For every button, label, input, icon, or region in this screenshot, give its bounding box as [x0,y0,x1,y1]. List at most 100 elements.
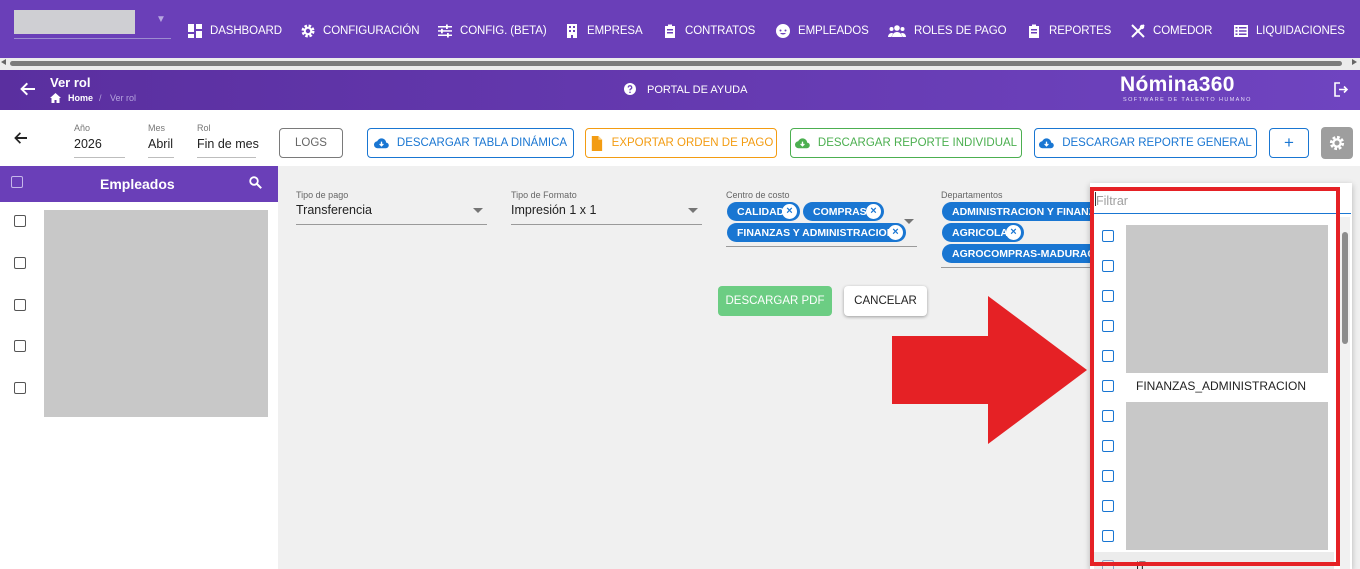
employee-checkbox[interactable] [14,340,26,352]
cost-center-label: Centro de costo [726,190,790,200]
clipboard-icon [1029,24,1039,38]
face-icon [776,24,790,38]
chip-label: CALIDAD [737,205,785,218]
departments-label: Departamentos [941,190,1003,200]
gear-icon [1329,135,1345,151]
export-payment-order-button[interactable]: EXPORTAR ORDEN DE PAGO [585,128,777,158]
month-field[interactable]: Abril [148,137,173,151]
download-individual-report-label: DESCARGAR REPORTE INDIVIDUAL [817,137,1018,149]
close-icon[interactable]: × [888,225,903,240]
plus-icon: + [1284,133,1294,152]
chip-label: FINANZAS Y ADMINISTRACION [737,226,895,239]
help-portal-link[interactable]: PORTAL DE AYUDA [647,84,747,96]
nav-item-contratos[interactable]: CONTRATOS [663,22,755,40]
cost-center-chip[interactable]: FINANZAS Y ADMINISTRACION × [727,223,906,242]
nav-item-config-beta[interactable]: CONFIG. (BETA) [438,22,547,40]
clipboard-icon [665,24,675,38]
format-type-label: Tipo de Formato [511,190,577,200]
building-icon [567,24,577,38]
nav-item-reportes[interactable]: REPORTES [1027,22,1111,40]
chip-label: AGRICOLA [952,226,1008,239]
format-type-select[interactable]: Impresión 1 x 1 [511,203,596,217]
logs-button[interactable]: LOGS [279,128,343,158]
employee-checkbox[interactable] [14,215,26,227]
chip-label: ADMINISTRACION Y FINANZAS [952,205,1090,218]
nav-label: CONFIGURACIÓN [323,25,420,37]
nav-item-empresa[interactable]: EMPRESA [565,22,643,40]
nav-label: LIQUIDACIONES [1256,25,1345,37]
chevron-down-icon[interactable] [688,208,698,213]
company-select-underline [14,38,171,39]
nav-label: CONTRATOS [685,25,756,37]
chevron-down-icon[interactable] [473,208,483,213]
help-icon[interactable] [624,83,636,95]
logs-label: LOGS [295,137,327,149]
employee-checkbox[interactable] [14,257,26,269]
department-chip[interactable]: AGRICOLA × [942,223,1024,242]
year-field[interactable]: 2026 [74,137,102,151]
search-icon[interactable] [249,176,262,189]
role-field[interactable]: Fin de mes [197,137,259,151]
page-title: Ver rol [50,75,91,90]
nav-item-configuracion[interactable]: CONFIGURACIÓN [301,22,420,40]
back-arrow-icon[interactable] [20,81,36,97]
download-pivot-button[interactable]: DESCARGAR TABLA DINÁMICA [367,128,574,158]
add-button[interactable]: + [1269,128,1309,158]
settings-button[interactable] [1321,127,1353,159]
close-icon[interactable]: × [866,204,881,219]
cost-center-chip[interactable]: CALIDAD × [727,202,800,221]
payment-type-underline [296,224,487,225]
cloud-download-icon [373,137,389,148]
nav-item-roles-de-pago[interactable]: ROLES DE PAGO [888,22,1007,40]
employee-checkbox[interactable] [14,382,26,394]
nav-label: ROLES DE PAGO [914,25,1007,37]
download-pdf-button[interactable]: DESCARGAR PDF [718,286,832,316]
download-pivot-label: DESCARGAR TABLA DINÁMICA [396,137,568,149]
export-payment-order-label: EXPORTAR ORDEN DE PAGO [611,137,774,149]
breadcrumb-separator: / [99,93,102,103]
nav-item-empleados[interactable]: EMPLEADOS [776,22,869,40]
chip-label: COMPRAS [813,205,867,218]
nav-item-liquidaciones[interactable]: LIQUIDACIONES [1234,22,1345,40]
scroll-left-icon[interactable] [1,59,6,65]
download-individual-report-button[interactable]: DESCARGAR REPORTE INDIVIDUAL [790,128,1022,158]
highlight-box [1090,187,1340,566]
payment-type-select[interactable]: Transferencia [296,203,372,217]
role-label: Rol [197,123,211,133]
format-type-underline [511,224,702,225]
utensils-icon [1131,24,1145,38]
scrollbar-thumb[interactable] [1342,232,1348,344]
departments-underline [941,267,1090,268]
scrollbar-thumb[interactable] [10,61,1342,66]
chevron-down-icon[interactable] [904,219,914,224]
nav-label: REPORTES [1049,25,1112,37]
download-general-report-button[interactable]: DESCARGAR REPORTE GENERAL [1034,128,1257,158]
breadcrumb-home[interactable]: Home [68,93,93,103]
chevron-down-icon[interactable]: ▼ [156,14,166,25]
brand-tagline: SOFTWARE DE TALENTO HUMANO [1123,97,1252,103]
month-underline [148,157,174,158]
employees-title: Empleados [100,176,175,192]
home-icon[interactable] [50,93,61,103]
year-underline [74,157,125,158]
employee-checkbox[interactable] [14,299,26,311]
nav-item-dashboard[interactable]: DASHBOARD [188,22,282,40]
cost-center-underline [726,246,917,247]
close-icon[interactable]: × [1006,225,1021,240]
role-underline [197,157,256,158]
cost-center-chip[interactable]: COMPRAS × [803,202,884,221]
scroll-right-icon[interactable] [1352,59,1357,65]
back-arrow-icon[interactable] [14,131,28,145]
select-all-checkbox[interactable] [11,176,23,188]
close-icon[interactable]: × [782,204,797,219]
company-select[interactable] [14,10,135,34]
download-general-report-label: DESCARGAR REPORTE GENERAL [1062,137,1252,149]
nav-item-comedor[interactable]: COMEDOR [1131,22,1212,40]
department-chip[interactable]: AGROCOMPRAS-MADURACION [942,244,1090,263]
year-label: Año [74,123,91,133]
department-chip[interactable]: ADMINISTRACION Y FINANZAS [942,202,1090,221]
logout-icon[interactable] [1334,82,1349,97]
brand-logo: Nómina360 [1120,73,1235,96]
nav-label: DASHBOARD [210,25,282,37]
chip-label: AGROCOMPRAS-MADURACION [952,247,1090,260]
